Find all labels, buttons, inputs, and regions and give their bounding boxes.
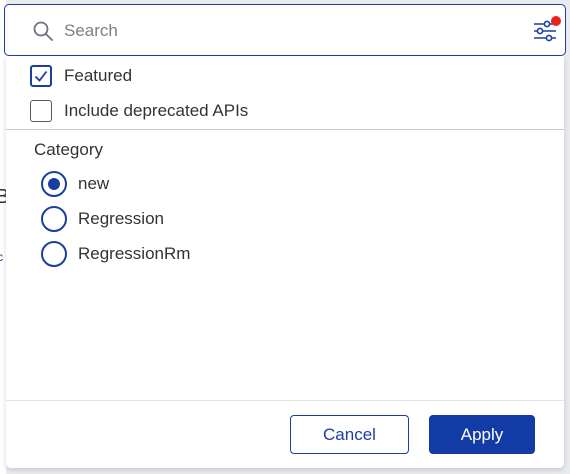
search-input[interactable] xyxy=(64,17,464,45)
category-option-regression[interactable]: Regression xyxy=(41,205,164,233)
radio-button[interactable] xyxy=(41,171,67,197)
filter-active-badge xyxy=(551,16,561,26)
section-divider xyxy=(6,129,564,130)
category-option-label: new xyxy=(78,174,110,193)
category-option-label: RegressionRm xyxy=(78,244,191,263)
search-bar[interactable] xyxy=(4,4,566,56)
apply-button[interactable]: Apply xyxy=(429,415,535,454)
category-option-label: Regression xyxy=(78,209,164,228)
radio-selected-dot xyxy=(48,178,60,190)
radio-button[interactable] xyxy=(41,206,67,232)
checkmark-icon xyxy=(34,70,48,82)
background-link-fragment: c xyxy=(0,250,3,264)
radio-button[interactable] xyxy=(41,241,67,267)
featured-checkbox-row[interactable]: Featured xyxy=(30,63,132,89)
filter-panel: Featured Include deprecated APIs Categor… xyxy=(6,56,564,468)
cancel-button[interactable]: Cancel xyxy=(290,415,409,454)
deprecated-label: Include deprecated APIs xyxy=(64,101,249,120)
featured-label: Featured xyxy=(64,66,133,85)
category-title: Category xyxy=(34,140,103,159)
category-option-new[interactable]: new xyxy=(41,170,109,198)
category-option-regressionrm[interactable]: RegressionRm xyxy=(41,240,190,268)
deprecated-checkbox-row[interactable]: Include deprecated APIs xyxy=(30,98,248,124)
footer-divider xyxy=(6,400,564,401)
featured-checkbox[interactable] xyxy=(30,65,52,87)
search-icon xyxy=(33,21,53,41)
deprecated-checkbox[interactable] xyxy=(30,100,52,122)
